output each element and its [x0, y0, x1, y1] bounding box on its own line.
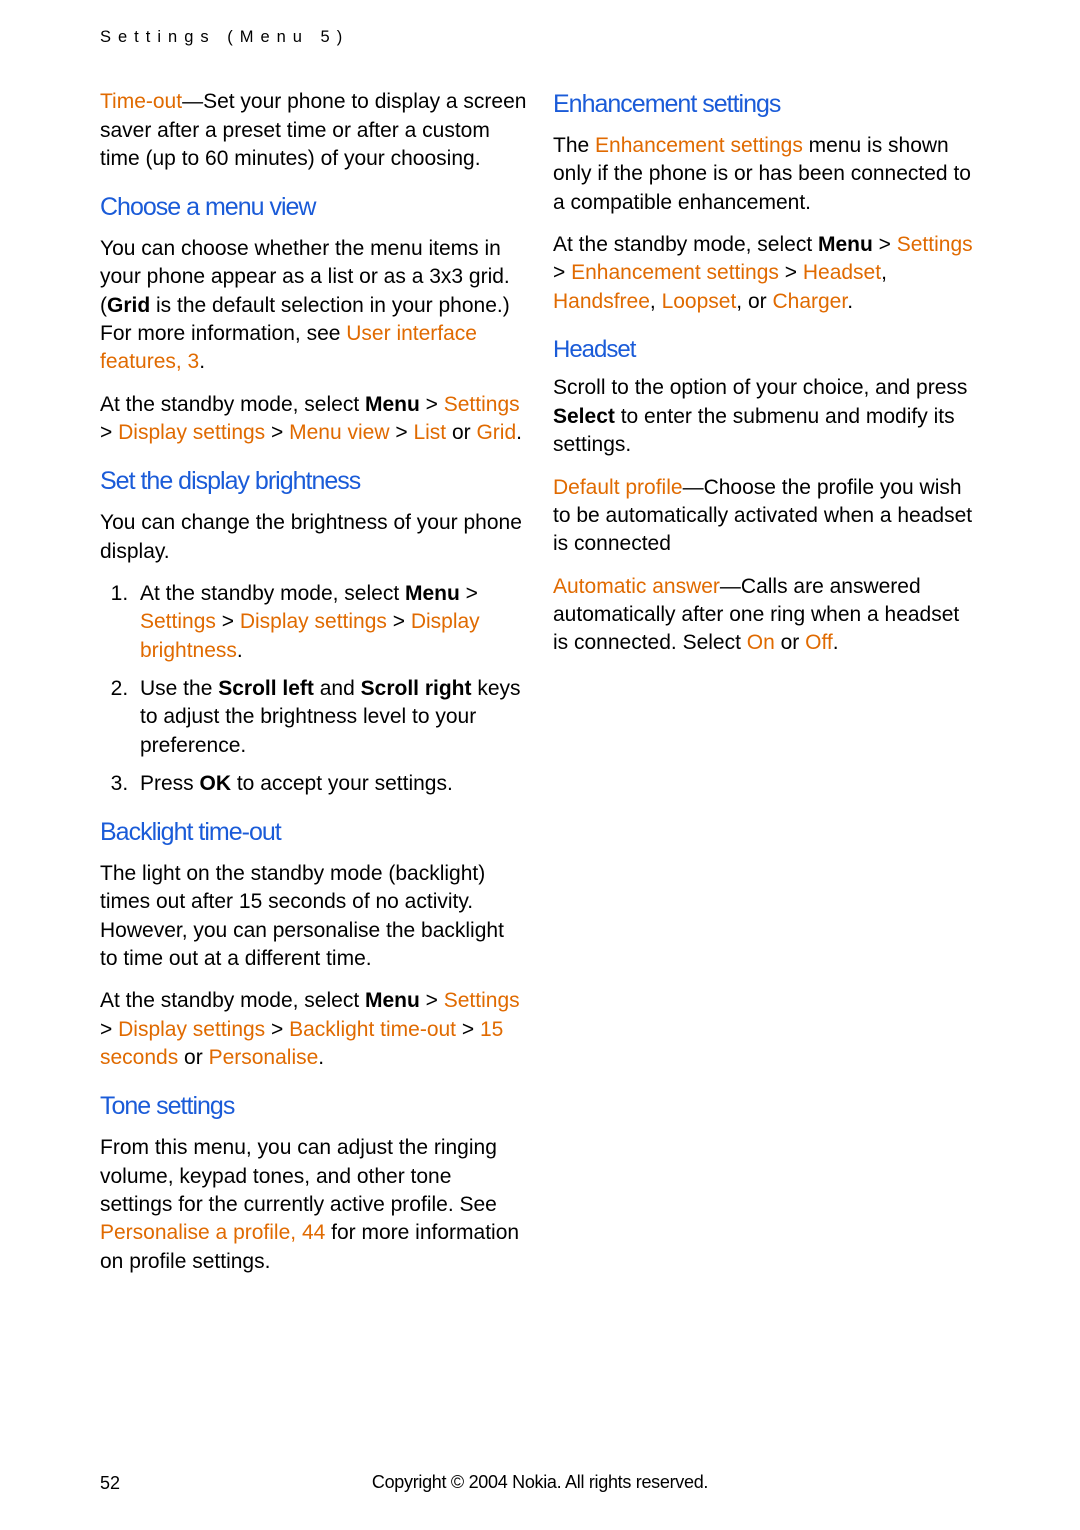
enhancement-settings-heading: Enhancement settings: [553, 88, 980, 122]
choose-paragraph-2: At the standby mode, select Menu > Setti…: [100, 391, 527, 448]
brightness-steps: At the standby mode, select Menu > Setti…: [100, 580, 527, 798]
choose-paragraph-1: You can choose whether the menu items in…: [100, 235, 527, 377]
headset-paragraph-1: Scroll to the option of your choice, and…: [553, 374, 980, 459]
timeout-label: Time-out: [100, 90, 182, 113]
brightness-step-3: Press OK to accept your settings.: [134, 770, 527, 798]
set-display-brightness-heading: Set the display brightness: [100, 465, 527, 499]
enhancement-paragraph-2: At the standby mode, select Menu > Setti…: [553, 231, 980, 316]
brightness-step-2: Use the Scroll left and Scroll right key…: [134, 675, 527, 760]
personalise-profile-link[interactable]: Personalise a profile, 44: [100, 1221, 325, 1244]
brightness-intro: You can change the brightness of your ph…: [100, 509, 527, 566]
tone-settings-heading: Tone settings: [100, 1090, 527, 1124]
headset-heading: Headset: [553, 334, 980, 366]
content-columns: Time-out—Set your phone to display a scr…: [100, 88, 980, 1298]
enhancement-paragraph-1: The Enhancement settings menu is shown o…: [553, 132, 980, 217]
headset-automatic-answer: Automatic answer—Calls are answered auto…: [553, 573, 980, 658]
headset-default-profile: Default profile—Choose the profile you w…: [553, 474, 980, 559]
page-footer: 52 Copyright © 2004 Nokia. All rights re…: [100, 1470, 980, 1495]
copyright-text: Copyright © 2004 Nokia. All rights reser…: [372, 1470, 708, 1494]
tone-paragraph: From this menu, you can adjust the ringi…: [100, 1134, 527, 1276]
page-header: Settings (Menu 5): [100, 26, 980, 48]
page-number: 52: [100, 1471, 120, 1495]
backlight-timeout-heading: Backlight time-out: [100, 816, 527, 850]
backlight-paragraph-1: The light on the standby mode (backlight…: [100, 860, 527, 973]
choose-menu-view-heading: Choose a menu view: [100, 191, 527, 225]
brightness-step-1: At the standby mode, select Menu > Setti…: [134, 580, 527, 665]
backlight-paragraph-2: At the standby mode, select Menu > Setti…: [100, 987, 527, 1072]
timeout-paragraph: Time-out—Set your phone to display a scr…: [100, 88, 527, 173]
